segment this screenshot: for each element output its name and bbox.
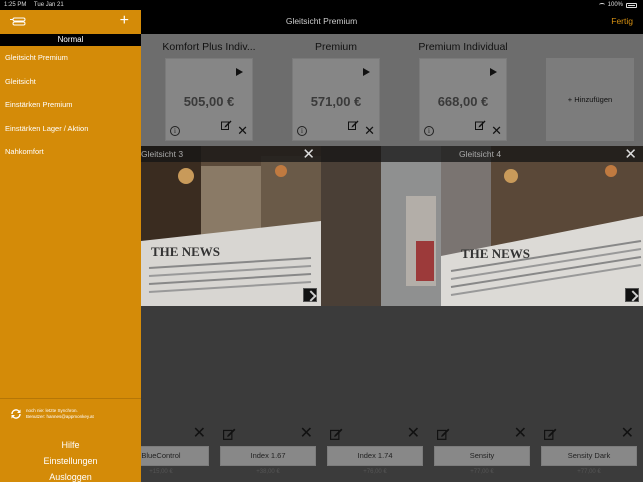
photo-tile[interactable]: THE NEWS Gleitsicht 3 ✕ xyxy=(141,146,321,306)
play-icon[interactable] xyxy=(236,68,243,76)
delete-icon[interactable]: ✕ xyxy=(621,423,634,443)
edit-icon[interactable] xyxy=(221,117,232,135)
delete-icon[interactable]: ✕ xyxy=(514,423,527,443)
add-icon[interactable]: + xyxy=(120,12,129,30)
edit-icon[interactable] xyxy=(475,117,486,135)
product-card[interactable]: 505,00 € i ✕ xyxy=(165,58,253,141)
edit-icon[interactable] xyxy=(437,427,450,445)
svg-text:THE NEWS: THE NEWS xyxy=(461,246,530,261)
lens-price: +77,00 € xyxy=(470,469,494,475)
status-date: Tue Jan 21 xyxy=(33,2,64,8)
product-card[interactable]: 571,00 € i ✕ xyxy=(292,58,380,141)
battery-percent: 100% xyxy=(607,2,623,8)
lens-name: Sensity Dark xyxy=(541,446,637,466)
play-icon[interactable] xyxy=(490,68,497,76)
sidebar-list: Gleitsicht Premium Gleitsicht Einstärken… xyxy=(0,52,141,170)
sidebar-header: + xyxy=(0,10,141,34)
lens-name: Index 1.74 xyxy=(327,446,423,466)
card-price: 571,00 € xyxy=(310,94,362,109)
delete-icon[interactable]: ✕ xyxy=(364,124,375,137)
card-column: Premium xyxy=(281,34,391,53)
photo-label: Gleitsicht 3 xyxy=(141,149,184,159)
edit-icon[interactable] xyxy=(223,427,236,445)
sync-user: Benutzer: hannes@appmonkey.at xyxy=(26,414,94,419)
close-icon[interactable]: ✕ xyxy=(624,146,637,163)
photo-title-bar: Gleitsicht 4 ✕ xyxy=(321,146,643,163)
wifi-icon xyxy=(598,3,605,7)
street-photo: THE NEWS xyxy=(321,146,643,306)
card-title: Komfort Plus Indiv... xyxy=(162,41,256,53)
sidebar: + Normal Gleitsicht Premium Gleitsicht E… xyxy=(0,10,141,482)
status-bar: 1:25 PM Tue Jan 21 100% xyxy=(0,0,643,10)
logout-link[interactable]: Ausloggen xyxy=(0,472,141,482)
settings-link[interactable]: Einstellungen xyxy=(0,456,141,466)
delete-icon[interactable]: ✕ xyxy=(193,423,206,443)
sidebar-item-einstaerken-lager[interactable]: Einstärken Lager / Aktion xyxy=(0,123,141,147)
sidebar-item-gleitsicht[interactable]: Gleitsicht xyxy=(0,76,141,100)
photo-label: Gleitsicht 4 xyxy=(459,149,502,159)
info-icon[interactable]: i xyxy=(170,126,180,136)
card-title: Premium xyxy=(314,41,357,53)
expand-icon[interactable] xyxy=(303,288,317,302)
add-card-button[interactable]: + Hinzufügen xyxy=(546,58,634,141)
edit-icon[interactable] xyxy=(330,427,343,445)
lens-option[interactable]: ✕ Index 1.74 +76,00 € xyxy=(327,424,423,482)
card-price: 668,00 € xyxy=(437,94,489,109)
close-icon[interactable]: ✕ xyxy=(302,146,315,163)
info-icon[interactable]: i xyxy=(297,126,307,136)
delete-icon[interactable]: ✕ xyxy=(407,423,420,443)
done-button[interactable]: Fertig xyxy=(611,16,633,26)
product-card[interactable]: 668,00 € i ✕ xyxy=(419,58,507,141)
edit-icon[interactable] xyxy=(544,427,557,445)
play-icon[interactable] xyxy=(363,68,370,76)
lens-price: +77,00 € xyxy=(577,469,601,475)
delete-icon[interactable]: ✕ xyxy=(237,124,248,137)
lens-option[interactable]: ✕ Sensity Dark +77,00 € xyxy=(541,424,637,482)
glasses-menu-icon[interactable] xyxy=(10,15,26,33)
svg-text:THE NEWS: THE NEWS xyxy=(151,244,220,259)
lens-price: +38,00 € xyxy=(256,469,280,475)
lens-name: Sensity xyxy=(434,446,530,466)
sidebar-item-gleitsicht-premium[interactable]: Gleitsicht Premium xyxy=(0,52,141,76)
lens-option[interactable]: ✕ Sensity +77,00 € xyxy=(434,424,530,482)
lens-option[interactable]: ✕ Index 1.67 +38,00 € xyxy=(220,424,316,482)
photo-title-bar: Gleitsicht 3 ✕ xyxy=(141,146,321,163)
delete-icon[interactable]: ✕ xyxy=(491,124,502,137)
card-price: 505,00 € xyxy=(183,94,235,109)
edit-icon[interactable] xyxy=(348,117,359,135)
battery-icon xyxy=(626,2,637,8)
sidebar-footer: noch nie: letzte Synchron. Benutzer: han… xyxy=(0,398,141,482)
sync-status[interactable]: noch nie: letzte Synchron. Benutzer: han… xyxy=(10,408,94,420)
card-column: Komfort Plus Indiv... xyxy=(154,34,264,53)
card-title: Premium Individual xyxy=(418,41,508,53)
status-time: 1:25 PM xyxy=(4,2,27,8)
lens-price: +76,00 € xyxy=(363,469,387,475)
sidebar-item-einstaerken-premium[interactable]: Einstärken Premium xyxy=(0,99,141,123)
photo-tile[interactable]: THE NEWS Gleitsicht 4 ✕ xyxy=(321,146,643,306)
lens-name: Index 1.67 xyxy=(220,446,316,466)
sync-icon[interactable] xyxy=(10,408,22,420)
sidebar-section-title: Normal xyxy=(0,34,141,46)
expand-icon[interactable] xyxy=(625,288,639,302)
sidebar-item-nahkomfort[interactable]: Nahkomfort xyxy=(0,146,141,170)
info-icon[interactable]: i xyxy=(424,126,434,136)
newspaper-photo: THE NEWS xyxy=(141,146,321,306)
card-column: Premium Individual xyxy=(408,34,518,53)
delete-icon[interactable]: ✕ xyxy=(300,423,313,443)
help-link[interactable]: Hilfe xyxy=(0,440,141,450)
